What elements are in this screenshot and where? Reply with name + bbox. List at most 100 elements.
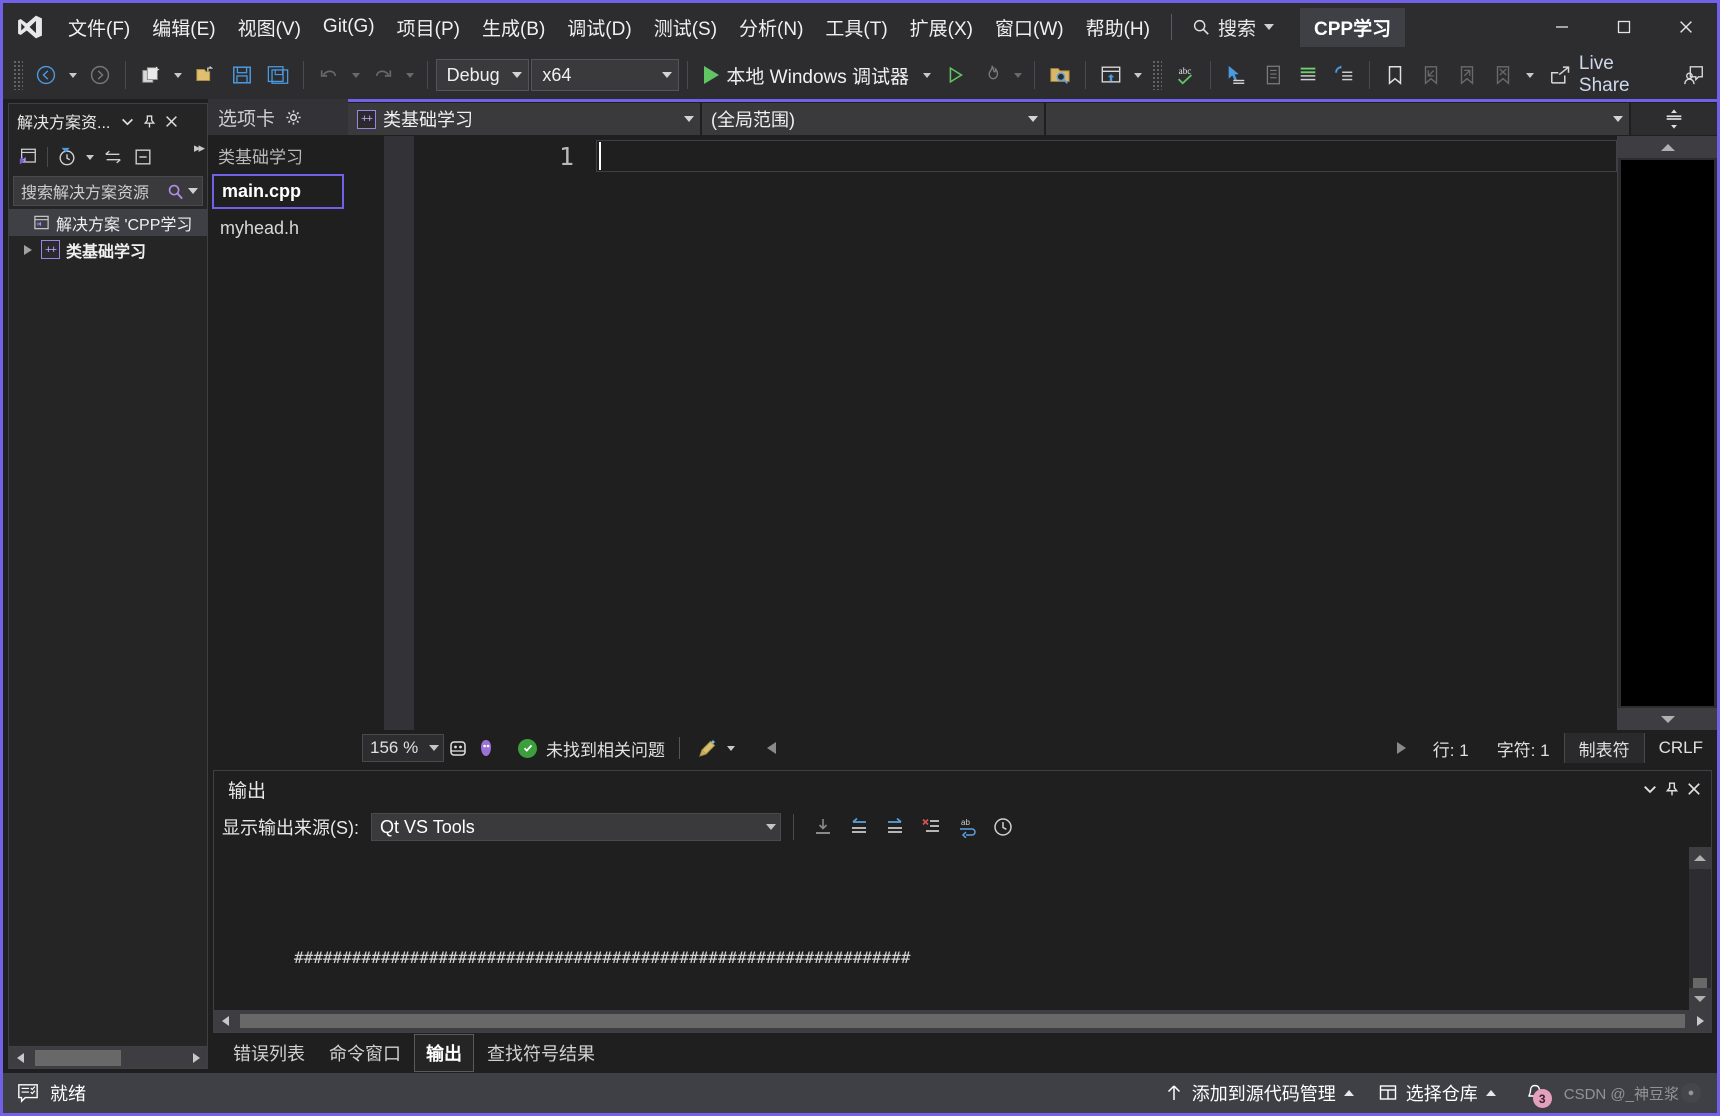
redo-button[interactable] <box>366 56 400 94</box>
scroll-right-icon[interactable] <box>185 1047 207 1069</box>
previous-bookmark-button[interactable] <box>1414 56 1448 94</box>
tree-item-solution[interactable]: 解决方案 'CPP学习 <box>9 209 207 236</box>
tab-well-file-main-cpp[interactable]: main.cpp <box>212 174 344 209</box>
navbar-project-combo[interactable]: ++ 类基础学习 <box>348 103 700 135</box>
scroll-up-icon[interactable] <box>1689 847 1711 869</box>
next-bookmark-button[interactable] <box>1450 56 1484 94</box>
toolbar-grip[interactable] <box>13 60 23 90</box>
output-vertical-scrollbar[interactable] <box>1689 847 1711 1010</box>
menu-debug[interactable]: 调试(D) <box>556 3 642 51</box>
go-to-message-button[interactable] <box>806 811 840 843</box>
code-cleanup-dropdown[interactable] <box>722 729 739 767</box>
scroll-left-icon[interactable] <box>9 1047 31 1069</box>
uncomment-lines-button[interactable] <box>1327 56 1361 94</box>
line-ending-indicator[interactable]: CRLF <box>1645 738 1717 758</box>
clear-all-button[interactable] <box>914 811 948 843</box>
solution-explorer-close-button[interactable] <box>160 109 182 133</box>
live-share-session-button[interactable] <box>1677 56 1711 94</box>
menu-edit[interactable]: 编辑(E) <box>141 3 226 51</box>
glyph-margin[interactable] <box>384 136 414 730</box>
toggle-bookmark-button[interactable] <box>1378 56 1412 94</box>
start-without-debugging-button[interactable] <box>938 56 972 94</box>
menu-view[interactable]: 视图(V) <box>227 3 312 51</box>
pointer-select-button[interactable] <box>1219 56 1253 94</box>
scroll-down-icon[interactable] <box>1689 988 1711 1010</box>
toolbar-overflow-button[interactable] <box>1522 56 1539 94</box>
find-previous-button[interactable] <box>842 811 876 843</box>
show-timestamps-button[interactable] <box>986 811 1020 843</box>
window-layout-button[interactable] <box>1094 56 1128 94</box>
maximize-button[interactable] <box>1593 3 1655 51</box>
solution-explorer-dropdown-button[interactable] <box>116 109 138 133</box>
split-window-button[interactable] <box>1631 103 1717 135</box>
output-horizontal-scrollbar[interactable] <box>214 1010 1711 1032</box>
tree-item-project[interactable]: ++ 类基础学习 <box>9 236 207 263</box>
pending-changes-button[interactable] <box>53 143 81 171</box>
hscroll-thumb[interactable] <box>35 1049 121 1066</box>
toolbar-grip[interactable] <box>1152 60 1163 90</box>
solution-platform-combo[interactable]: x64 <box>531 59 680 91</box>
menu-project[interactable]: 项目(P) <box>386 3 471 51</box>
find-in-files-button[interactable] <box>1043 56 1077 94</box>
solution-explorer-search-input[interactable]: 搜索解决方案资源 <box>13 176 203 206</box>
toggle-word-wrap-button[interactable]: ab <box>950 811 984 843</box>
menu-git[interactable]: Git(G) <box>312 3 386 51</box>
menu-test[interactable]: 测试(S) <box>643 3 728 51</box>
tab-error-list[interactable]: 错误列表 <box>222 1035 316 1071</box>
zoom-level-combo[interactable]: 156 % <box>362 734 444 762</box>
navbar-scope-combo[interactable]: (全局范围) <box>702 103 1044 135</box>
chevron-down-icon[interactable] <box>188 188 198 194</box>
rendering-mode-button[interactable] <box>444 734 472 762</box>
clear-bookmarks-button[interactable] <box>1486 56 1520 94</box>
live-share-button[interactable]: Live Share <box>1541 53 1675 96</box>
output-source-combo[interactable]: Qt VS Tools <box>371 813 781 841</box>
open-file-button[interactable] <box>189 56 223 94</box>
scroll-down-icon[interactable] <box>1618 708 1717 730</box>
menu-file[interactable]: 文件(F) <box>57 3 141 51</box>
output-hscroll-thumb[interactable] <box>240 1014 1685 1028</box>
undo-dropdown[interactable] <box>348 56 365 94</box>
menu-tools[interactable]: 工具(T) <box>814 3 898 51</box>
navbar-member-combo[interactable] <box>1046 103 1629 135</box>
pending-changes-dropdown[interactable] <box>83 143 97 171</box>
save-button[interactable] <box>225 56 259 94</box>
start-debugging-button[interactable]: 本地 Windows 调试器 <box>696 56 917 94</box>
tab-find-symbol-results[interactable]: 查找符号结果 <box>476 1035 606 1071</box>
undo-button[interactable] <box>312 56 346 94</box>
overflow-chevrons-icon[interactable]: ▸▸ <box>194 140 205 156</box>
select-repository-button[interactable]: 选择仓库 <box>1368 1076 1506 1110</box>
expand-right-button[interactable] <box>1385 742 1419 754</box>
window-layout-dropdown[interactable] <box>1130 56 1147 94</box>
solution-explorer-hscrollbar[interactable] <box>9 1046 207 1068</box>
collapse-left-button[interactable] <box>757 734 785 762</box>
solution-configuration-combo[interactable]: Debug <box>435 59 530 91</box>
hot-reload-button[interactable] <box>974 56 1008 94</box>
scrollbar-map-mode[interactable] <box>1621 160 1714 706</box>
scroll-left-icon[interactable] <box>214 1010 236 1032</box>
menu-analyze[interactable]: 分析(N) <box>728 3 814 51</box>
tab-command-window[interactable]: 命令窗口 <box>318 1035 412 1071</box>
solution-name-chip[interactable]: CPP学习 <box>1300 7 1406 47</box>
redo-dropdown[interactable] <box>402 56 419 94</box>
close-button[interactable] <box>1655 3 1717 51</box>
menu-window[interactable]: 窗口(W) <box>984 3 1075 51</box>
editor-vertical-scrollbar[interactable] <box>1617 136 1717 730</box>
output-panel-pin-button[interactable] <box>1661 777 1683 801</box>
solution-home-button[interactable] <box>14 143 42 171</box>
tab-output[interactable]: 输出 <box>414 1034 474 1072</box>
save-all-button[interactable] <box>261 56 295 94</box>
output-text-area[interactable]: of thread: 41.07 msecs #################… <box>214 847 1711 1010</box>
comment-button[interactable] <box>1255 56 1289 94</box>
find-next-button[interactable] <box>878 811 912 843</box>
accessibility-button[interactable] <box>472 734 500 762</box>
start-debugging-dropdown[interactable] <box>919 56 936 94</box>
tree-expander[interactable] <box>21 244 35 255</box>
comment-lines-button[interactable] <box>1291 56 1325 94</box>
spell-check-button[interactable]: abc <box>1168 56 1202 94</box>
tab-well-file-myhead-h[interactable]: myhead.h <box>212 213 344 244</box>
minimize-button[interactable] <box>1531 3 1593 51</box>
hot-reload-dropdown[interactable] <box>1010 56 1027 94</box>
new-project-button[interactable] <box>134 56 168 94</box>
menu-extensions[interactable]: 扩展(X) <box>899 3 984 51</box>
issues-status[interactable]: 未找到相关问题 <box>518 736 665 761</box>
